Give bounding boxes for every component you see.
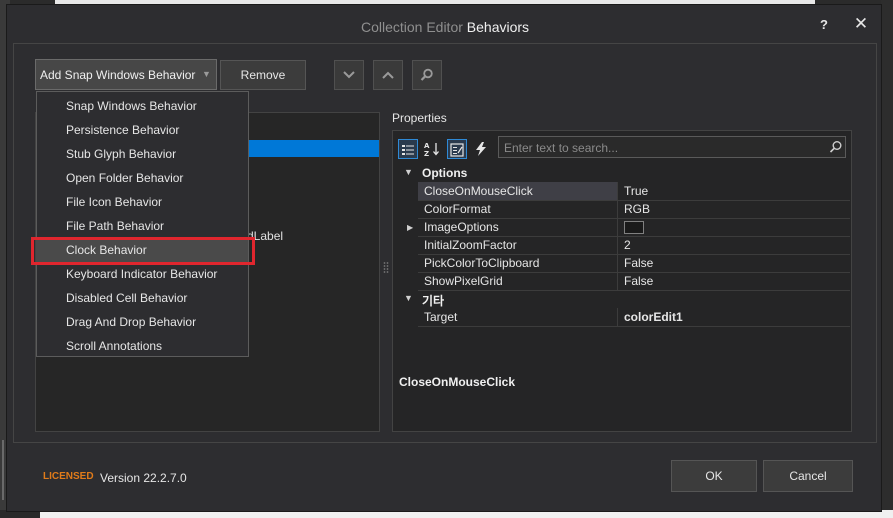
move-down-button[interactable] [334,60,364,90]
property-value[interactable]: 2 [622,236,850,254]
property-row[interactable]: InitialZoomFactor 2 [418,236,850,255]
dialog-title: Collection Editor Behaviors [7,19,883,35]
version-label: Version 22.2.7.0 [100,471,187,485]
move-up-button[interactable] [373,60,403,90]
property-name: ColorFormat [418,200,618,218]
dialog-title-prefix: Collection Editor [360,19,463,35]
dropdown-item-keyboard-indicator[interactable]: Keyboard Indicator Behavior [66,267,217,281]
dropdown-item-file-path[interactable]: File Path Behavior [66,219,164,233]
members-selected-row[interactable] [235,140,379,157]
categorized-icon [402,145,414,155]
property-row[interactable]: CloseOnMouseClick True [418,182,850,201]
chevron-down-icon [343,71,355,79]
dropdown-item-snap-windows[interactable]: Snap Windows Behavior [66,99,197,113]
property-description-title: CloseOnMouseClick [399,375,516,389]
dropdown-item-open-folder[interactable]: Open Folder Behavior [66,171,183,185]
search-icon[interactable] [829,140,843,154]
category-misc[interactable]: ▼ 기타 [398,290,850,308]
property-name: PickColorToClipboard [418,254,618,272]
property-name: ShowPixelGrid [418,272,618,290]
svg-text:A: A [424,142,430,150]
background-app-right [881,0,893,518]
dropdown-item-scroll-annotations[interactable]: Scroll Annotations [66,339,162,353]
chevron-up-icon [382,71,394,79]
close-button[interactable]: ✕ [851,14,871,34]
property-row[interactable]: PickColorToClipboard False [418,254,850,273]
property-name: CloseOnMouseClick [418,182,618,200]
dropdown-item-stub-glyph[interactable]: Stub Glyph Behavior [66,147,176,161]
magnifier-icon [420,68,433,81]
find-button[interactable] [412,60,442,90]
property-value[interactable] [622,218,850,236]
splitter-grip-icon [383,262,389,273]
add-behavior-button[interactable]: Add Snap Windows Behavior ▼ [35,59,217,90]
collapse-icon[interactable]: ▼ [404,167,413,177]
events-view-button[interactable] [471,139,491,159]
dropdown-item-persistence[interactable]: Persistence Behavior [66,123,179,137]
sort-az-icon: A Z [424,142,439,158]
property-name: Target [418,308,618,326]
cancel-button[interactable]: Cancel [763,460,853,492]
svg-text:Z: Z [424,150,429,157]
category-name: Options [422,166,468,180]
categorized-view-button[interactable] [398,139,418,159]
property-search-input[interactable] [502,139,826,157]
property-value[interactable]: True [622,182,850,200]
property-value[interactable]: RGB [622,200,850,218]
remove-button[interactable]: Remove [220,60,306,90]
expand-icon[interactable]: ▶ [407,223,413,232]
property-search-box[interactable] [498,136,846,158]
dialog-title-name: Behaviors [466,19,530,35]
property-row[interactable]: ImageOptions [418,218,850,237]
image-preview-swatch [624,221,644,235]
collection-editor-dialog: Collection Editor Behaviors ? ✕ Add Snap… [6,4,882,512]
dropdown-item-drag-and-drop[interactable]: Drag And Drop Behavior [66,315,196,329]
property-row[interactable]: ColorFormat RGB [418,200,850,219]
category-name: 기타 [422,294,445,308]
annotation-highlight-box [31,237,255,265]
lightning-icon [476,142,486,156]
property-value[interactable]: False [622,254,850,272]
help-button[interactable]: ? [814,15,834,35]
category-options[interactable]: ▼ Options [398,164,850,182]
property-pages-icon [450,143,464,157]
property-value[interactable]: colorEdit1 [622,308,850,326]
property-row[interactable]: Target colorEdit1 [418,308,850,327]
dropdown-item-file-icon[interactable]: File Icon Behavior [66,195,162,209]
property-value[interactable]: False [622,272,850,290]
panel-splitter[interactable] [383,261,389,275]
property-name: ImageOptions [418,218,618,236]
properties-label: Properties [392,111,447,125]
property-row[interactable]: ShowPixelGrid False [418,272,850,291]
property-pages-button[interactable] [447,139,467,159]
background-app-left-line [2,440,4,500]
license-badge: LICENSED [43,471,94,482]
add-behavior-label: Add Snap Windows Behavior [40,68,196,82]
ok-button[interactable]: OK [671,460,757,492]
dropdown-arrow-icon[interactable]: ▼ [202,69,211,79]
collapse-icon[interactable]: ▼ [404,293,413,303]
dropdown-item-disabled-cell[interactable]: Disabled Cell Behavior [66,291,187,305]
property-name: InitialZoomFactor [418,236,618,254]
alphabetical-view-button[interactable]: A Z [422,139,442,159]
